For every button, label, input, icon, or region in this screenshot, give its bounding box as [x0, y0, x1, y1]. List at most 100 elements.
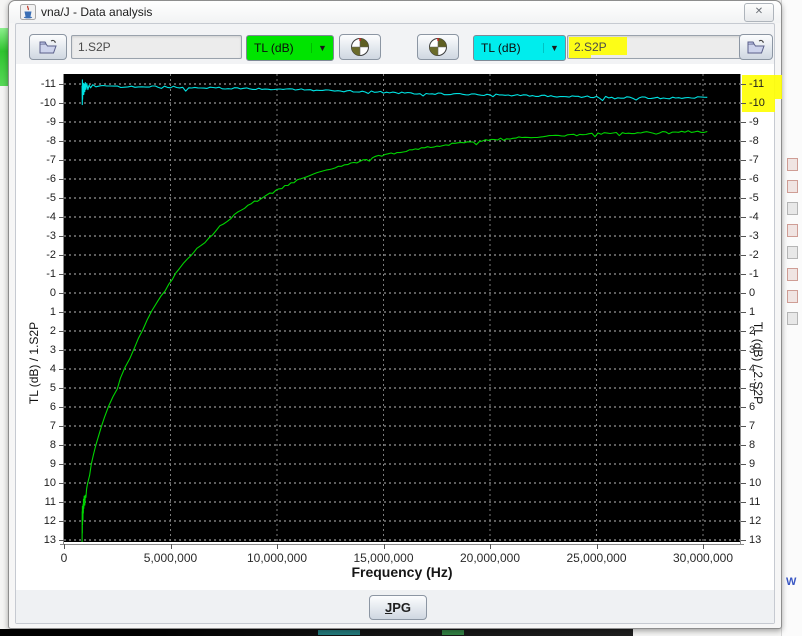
tick-mark: [741, 350, 746, 351]
y-tick-label-right: 0: [749, 286, 775, 300]
tick-mark: [741, 483, 746, 484]
right-scale-combo[interactable]: TL (dB) ▼: [473, 35, 566, 61]
highlight-annotation: [569, 55, 591, 58]
y-tick-label-left: 13: [30, 533, 56, 547]
y-tick-label-right: -8: [749, 134, 775, 148]
color-wheel-icon: [428, 37, 448, 57]
left-file-field[interactable]: 1.S2P: [71, 35, 242, 59]
tick-mark: [59, 122, 64, 123]
plot-traces: [64, 74, 740, 542]
y-tick-label-right: -11: [749, 77, 775, 91]
x-axis-line: [60, 544, 744, 545]
y-tick-label-left: 5: [30, 381, 56, 395]
y-tick-label-right: -2: [749, 248, 775, 262]
tick-mark: [59, 426, 64, 427]
jpg-button-mnemonic: J: [385, 600, 392, 615]
tick-mark: [384, 544, 385, 549]
plot-area[interactable]: [64, 74, 740, 542]
x-tick-label: 15,000,000: [334, 551, 434, 565]
tick-mark: [741, 274, 746, 275]
y-tick-label-right: 8: [749, 438, 775, 452]
right-file-field[interactable]: 2.S2P: [567, 35, 742, 59]
x-tick-label: 5,000,000: [121, 551, 221, 565]
y-tick-label-right: -1: [749, 267, 775, 281]
left-scale-combo[interactable]: TL (dB) ▼: [246, 35, 334, 61]
tick-mark: [597, 544, 598, 549]
right-file-name: 2.S2P: [574, 40, 607, 54]
tick-mark: [741, 217, 746, 218]
right-scale-value: TL (dB): [474, 41, 543, 55]
tick-mark: [741, 293, 746, 294]
tick-mark: [741, 236, 746, 237]
y-tick-label-right: 1: [749, 305, 775, 319]
tick-mark: [741, 445, 746, 446]
screenshot-root: { "window": { "title": "vna/J - Data ana…: [0, 0, 802, 636]
y-tick-label-left: 9: [30, 457, 56, 471]
background-window: W: [781, 0, 802, 636]
tick-mark: [59, 502, 64, 503]
tick-mark: [741, 84, 746, 85]
y-tick-label-left: -9: [30, 115, 56, 129]
y-tick-label-left: 1: [30, 305, 56, 319]
tick-mark: [59, 84, 64, 85]
tick-mark: [741, 141, 746, 142]
gridlines: [64, 74, 740, 542]
y-tick-label-left: -2: [30, 248, 56, 262]
y-tick-label-right: -5: [749, 191, 775, 205]
y-tick-label-left: 6: [30, 400, 56, 414]
tick-mark: [59, 388, 64, 389]
y-tick-label-left: 7: [30, 419, 56, 433]
y-tick-label-left: -4: [30, 210, 56, 224]
tick-mark: [741, 369, 746, 370]
tick-mark: [59, 141, 64, 142]
y-tick-label-left: -8: [30, 134, 56, 148]
y-tick-label-right: 2: [749, 324, 775, 338]
tick-mark: [59, 445, 64, 446]
window-title: vna/J - Data analysis: [41, 5, 152, 19]
y-tick-label-right: 3: [749, 343, 775, 357]
y-tick-label-left: 4: [30, 362, 56, 376]
tick-mark: [171, 544, 172, 549]
tick-mark: [741, 103, 746, 104]
tick-mark: [59, 540, 64, 541]
y-tick-label-left: 11: [30, 495, 56, 509]
y-tick-label-right: 12: [749, 514, 775, 528]
tick-mark: [59, 179, 64, 180]
y-tick-label-right: -9: [749, 115, 775, 129]
y-tick-label-right: -6: [749, 172, 775, 186]
y-tick-label-right: 13: [749, 533, 775, 547]
trace-1: [82, 131, 707, 542]
tick-mark: [59, 331, 64, 332]
tick-mark: [741, 521, 746, 522]
tick-mark: [59, 293, 64, 294]
tick-mark: [741, 388, 746, 389]
tick-mark: [703, 544, 704, 549]
close-button[interactable]: ✕: [744, 3, 774, 22]
app-window: vna/J - Data analysis ✕ 1.S2P TL (dB) ▼: [8, 0, 782, 629]
right-color-wheel-button[interactable]: [417, 34, 459, 60]
y-tick-label-left: -10: [30, 96, 56, 110]
tick-mark: [59, 369, 64, 370]
open-file-left-button[interactable]: [29, 34, 67, 60]
x-tick-label: 0: [14, 551, 114, 565]
tick-mark: [59, 217, 64, 218]
background-w-glyph: W: [786, 576, 796, 588]
tick-mark: [741, 255, 746, 256]
y-tick-label-left: 10: [30, 476, 56, 490]
tick-mark: [741, 331, 746, 332]
chevron-down-icon: ▼: [311, 43, 333, 53]
left-file-name: 1.S2P: [78, 40, 111, 54]
java-app-icon: [20, 4, 36, 20]
y-tick-label-right: 9: [749, 457, 775, 471]
left-scale-value: TL (dB): [247, 41, 311, 55]
tick-mark: [59, 198, 64, 199]
y-tick-label-left: 0: [30, 286, 56, 300]
jpg-export-button[interactable]: JPG: [369, 595, 427, 620]
y-tick-label-right: -4: [749, 210, 775, 224]
footer-bar: JPG: [16, 590, 774, 623]
tick-mark: [741, 312, 746, 313]
y-tick-label-right: -10: [749, 96, 775, 110]
left-color-wheel-button[interactable]: [339, 34, 381, 60]
tick-mark: [59, 274, 64, 275]
open-file-right-button[interactable]: [739, 34, 773, 60]
